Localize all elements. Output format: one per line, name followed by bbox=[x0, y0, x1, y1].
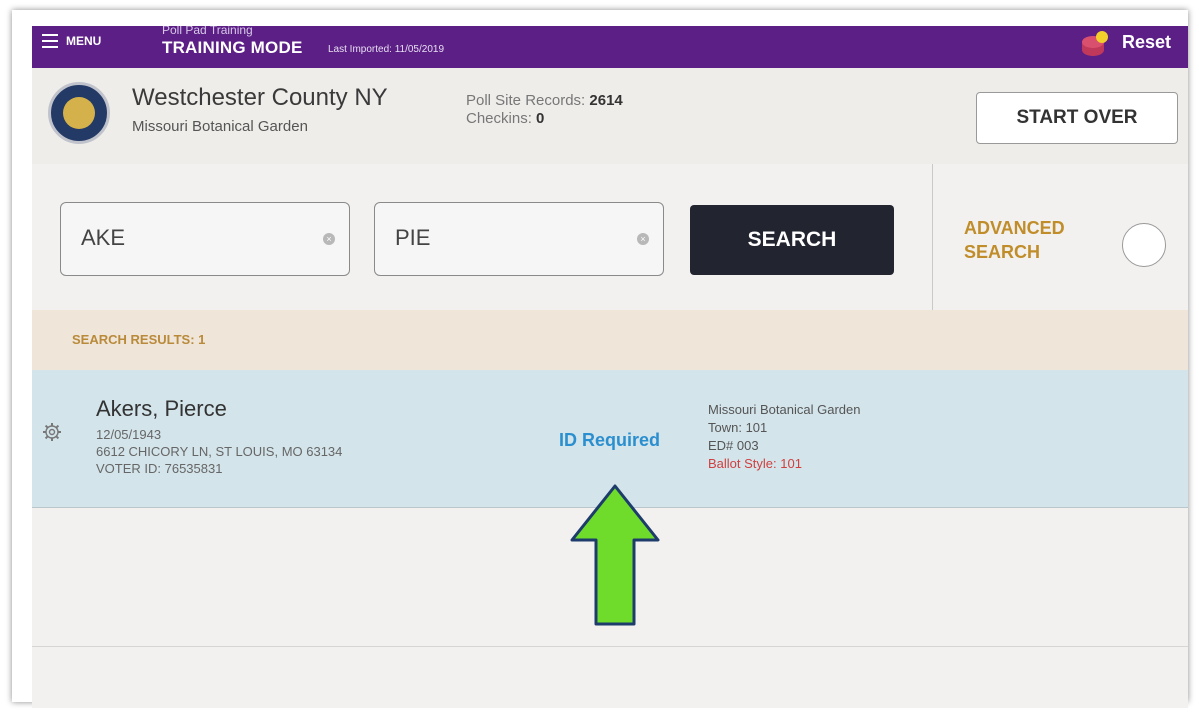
voter-ed: ED# 003 bbox=[708, 438, 759, 453]
header: Westchester County NY Missouri Botanical… bbox=[32, 68, 1188, 164]
search-button[interactable]: SEARCH bbox=[690, 205, 894, 275]
voter-location: Missouri Botanical Garden bbox=[708, 402, 861, 417]
results-header-bar: SEARCH RESULTS: 1 bbox=[32, 310, 1188, 370]
county-seal-icon bbox=[48, 82, 110, 144]
top-bar: MENU Poll Pad Training TRAINING MODE Las… bbox=[32, 26, 1188, 68]
last-name-field[interactable]: AKE × bbox=[60, 202, 350, 276]
clear-icon[interactable]: × bbox=[323, 233, 335, 245]
voter-dob: 12/05/1943 bbox=[96, 427, 162, 442]
start-over-button[interactable]: START OVER bbox=[976, 92, 1178, 144]
voter-name: Akers, Pierce bbox=[96, 396, 227, 421]
hamburger-icon[interactable] bbox=[42, 34, 58, 48]
advanced-search-label[interactable]: ADVANCED SEARCH bbox=[964, 216, 1065, 264]
voter-town: Town: 101 bbox=[708, 420, 768, 435]
reset-button[interactable]: Reset bbox=[1122, 32, 1171, 53]
first-name-field[interactable]: PIE × bbox=[374, 202, 664, 276]
advanced-line-2: SEARCH bbox=[964, 242, 1041, 262]
advanced-search-toggle[interactable] bbox=[1122, 223, 1166, 267]
voter-address: 6612 CHICORY LN, ST LOUIS, MO 63134 bbox=[96, 444, 343, 459]
poll-site-stats: Poll Site Records: 2614 Checkins: 0 bbox=[466, 92, 623, 128]
poll-pad-screen: MENU Poll Pad Training TRAINING MODE Las… bbox=[32, 26, 1188, 708]
gear-icon[interactable] bbox=[42, 422, 62, 442]
county-name: Westchester County NY bbox=[132, 84, 388, 111]
poll-site-name: Missouri Botanical Garden bbox=[132, 118, 308, 135]
poll-pad-label: Poll Pad Training bbox=[162, 26, 253, 37]
reset-icon[interactable] bbox=[1080, 30, 1110, 58]
voter-id: VOTER ID: 76535831 bbox=[96, 461, 223, 476]
search-area: AKE × PIE × SEARCH ADVANCED SEARCH bbox=[32, 164, 1188, 310]
clear-icon[interactable]: × bbox=[637, 233, 649, 245]
records-value: 2614 bbox=[589, 92, 623, 109]
menu-button[interactable]: MENU bbox=[66, 34, 101, 48]
divider bbox=[932, 164, 933, 310]
advanced-line-1: ADVANCED bbox=[964, 218, 1065, 238]
checkins-value: 0 bbox=[536, 110, 545, 127]
divider bbox=[32, 646, 1188, 647]
checkins-label: Checkins: bbox=[466, 110, 532, 127]
results-count: SEARCH RESULTS: 1 bbox=[72, 332, 206, 347]
last-name-value: AKE bbox=[81, 225, 126, 250]
screenshot-frame: MENU Poll Pad Training TRAINING MODE Las… bbox=[12, 10, 1188, 708]
voter-ballot-style: Ballot Style: 101 bbox=[708, 456, 802, 471]
up-arrow-icon bbox=[570, 484, 660, 626]
status-badge: ID Required bbox=[559, 430, 661, 450]
training-mode-label: TRAINING MODE bbox=[162, 38, 303, 57]
last-imported: Last Imported: 11/05/2019 bbox=[328, 44, 445, 55]
records-label: Poll Site Records: bbox=[466, 92, 586, 109]
first-name-value: PIE bbox=[395, 225, 431, 250]
